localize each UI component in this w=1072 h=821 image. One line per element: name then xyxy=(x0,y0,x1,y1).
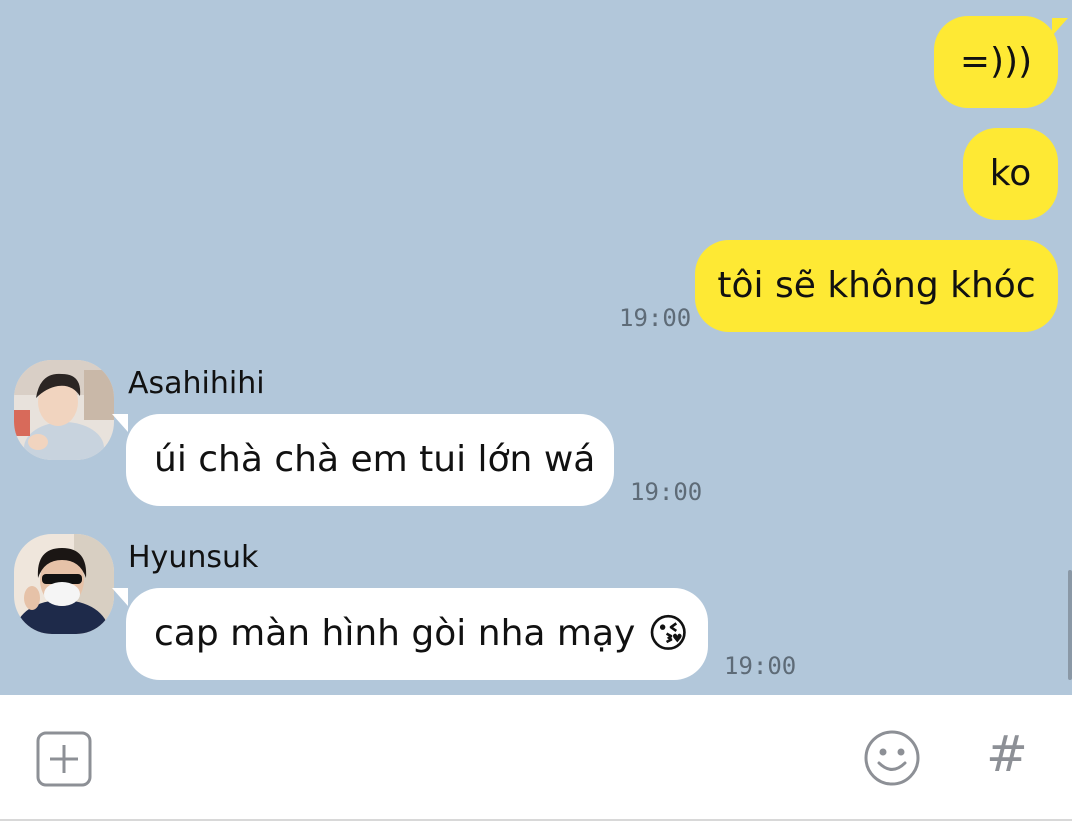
message-time: 19:00 xyxy=(630,478,703,506)
chat-area[interactable]: =))) ko tôi sẽ không khóc 19:00 Asahihih… xyxy=(0,0,1072,695)
their-message-bubble[interactable]: cap màn hình gòi nha mạy 😘 xyxy=(126,588,708,680)
bubble-tail xyxy=(112,588,128,606)
sender-name: Hyunsuk xyxy=(128,540,259,575)
my-message-bubble[interactable]: =))) xyxy=(934,16,1058,108)
my-message-bubble[interactable]: tôi sẽ không khóc xyxy=(695,240,1058,332)
hashtag-icon[interactable]: # xyxy=(986,725,1028,783)
message-text: =))) xyxy=(959,41,1033,82)
message-text: cap màn hình gòi nha mạy xyxy=(154,613,636,654)
avatar[interactable] xyxy=(14,534,114,634)
plus-square-icon[interactable] xyxy=(36,731,92,791)
avatar-hyunsuk-image xyxy=(14,534,114,634)
bubble-tail xyxy=(1052,18,1068,36)
input-bar: # xyxy=(0,695,1072,821)
bubble-tail xyxy=(112,414,128,432)
message-text: tôi sẽ không khóc xyxy=(717,265,1036,306)
message-text: úi chà chà em tui lớn wá xyxy=(154,439,596,480)
scrollbar[interactable] xyxy=(1068,570,1072,680)
their-message-bubble[interactable]: úi chà chà em tui lớn wá xyxy=(126,414,614,506)
message-time: 19:00 xyxy=(724,652,797,680)
kiss-emoji-icon: 😘 xyxy=(647,611,690,657)
sender-name: Asahihihi xyxy=(128,366,265,401)
smiley-icon[interactable] xyxy=(863,729,921,791)
message-time: 19:00 xyxy=(619,304,692,332)
avatar[interactable] xyxy=(14,360,114,460)
my-message-bubble[interactable]: ko xyxy=(963,128,1058,220)
message-text: ko xyxy=(989,153,1032,194)
avatar-asahi-image xyxy=(14,360,114,460)
